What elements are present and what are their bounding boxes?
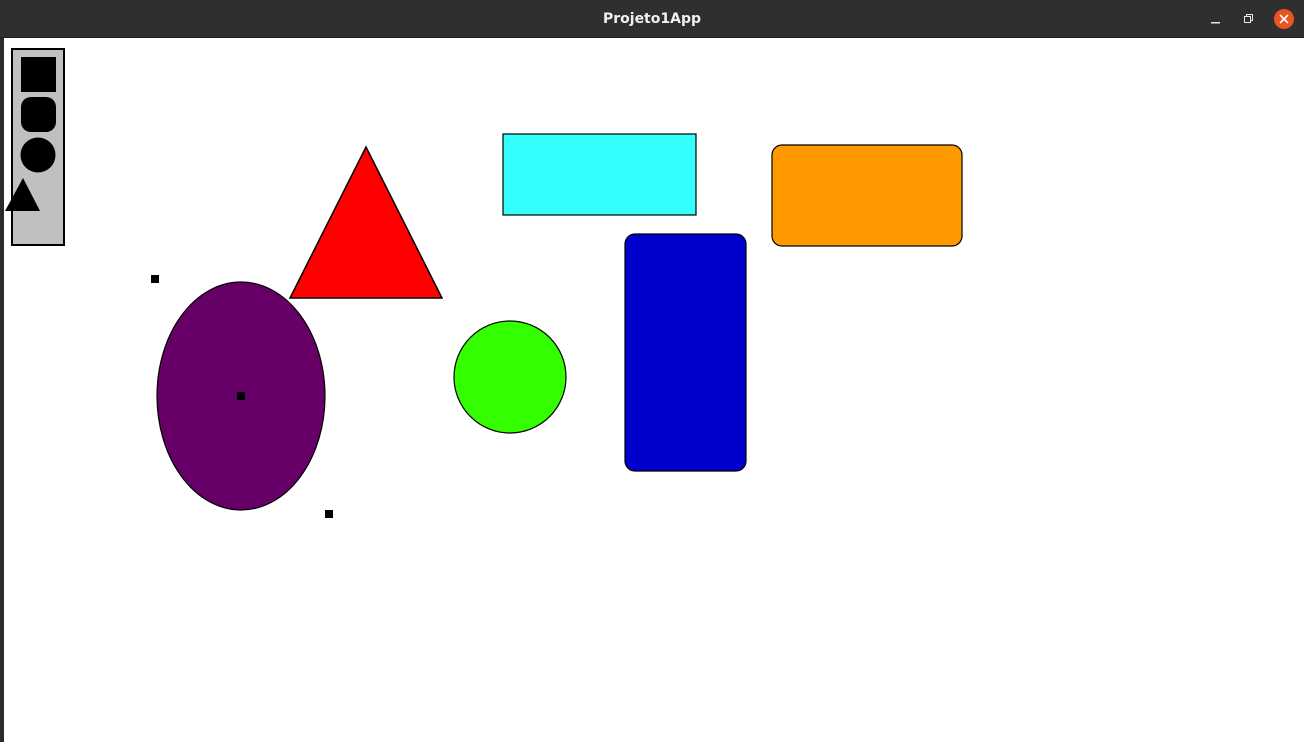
maximize-icon [1244,14,1253,23]
canvas-svg[interactable] [4,38,1304,742]
shape-rounded-rectangle-blue[interactable] [624,233,747,472]
selection-handle-center[interactable] [237,392,245,400]
circle-tool[interactable] [20,137,56,173]
selection-handle-top-left[interactable] [151,275,159,283]
window-title: Projeto1App [602,11,701,27]
title-bar: Projeto1App [0,0,1304,38]
shape-triangle[interactable] [288,145,444,299]
drawing-canvas[interactable] [4,38,1304,742]
rounded-rectangle-tool[interactable] [21,97,56,132]
close-icon [1279,14,1289,24]
shape-circle[interactable] [453,320,567,434]
rectangle-tool[interactable] [21,57,56,92]
tool-palette [5,48,65,246]
minimize-icon [1211,22,1220,24]
maximize-button[interactable] [1240,10,1258,28]
selection-handle-bottom-right[interactable] [325,510,333,518]
shape-rectangle[interactable] [502,133,697,216]
shape-rounded-rectangle-orange[interactable] [771,144,963,247]
minimize-button[interactable] [1207,10,1225,28]
close-button[interactable] [1274,9,1294,29]
